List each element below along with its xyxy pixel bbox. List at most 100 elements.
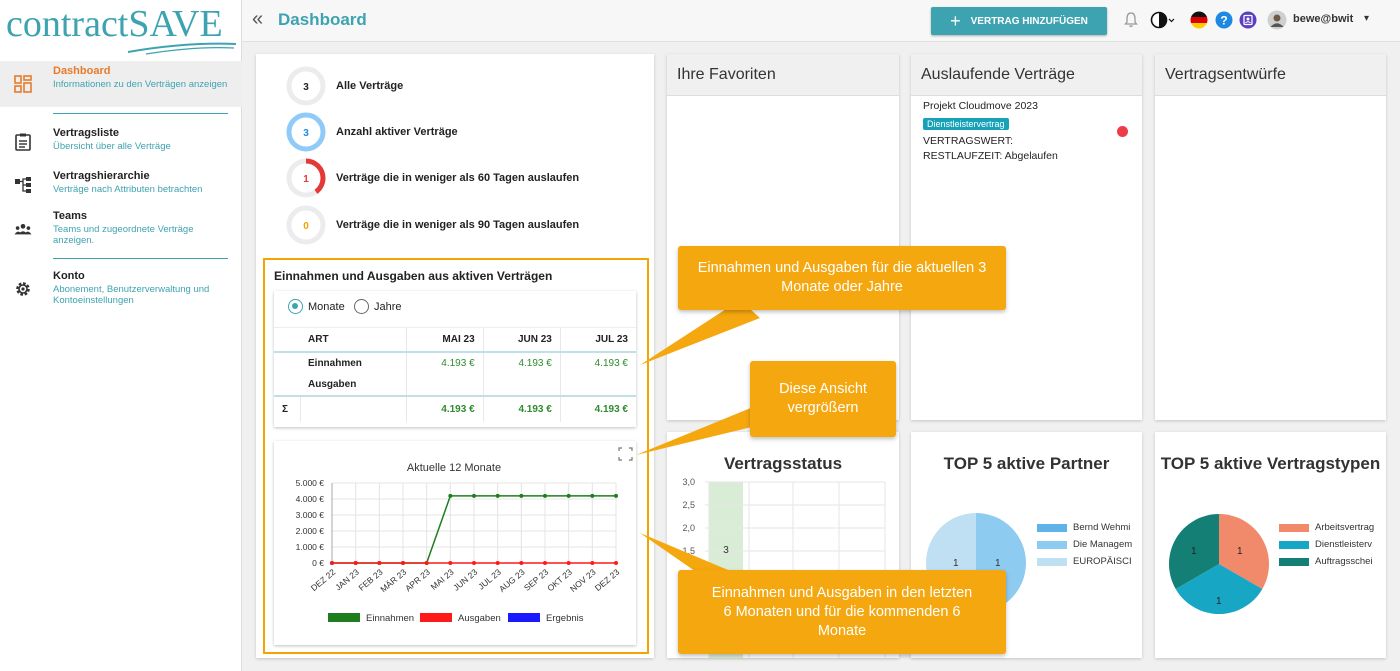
contact-card-icon[interactable] <box>1239 11 1257 29</box>
stat-circle: 1 <box>286 158 326 198</box>
income-table: ART MAI 23 JUN 23 JUL 23 Einnahmen 4.193… <box>274 327 636 422</box>
table-cell: 4.193 € <box>482 351 561 374</box>
legend-item[interactable]: EUROPÄISCI <box>1037 556 1139 567</box>
avatar[interactable] <box>1267 10 1287 30</box>
x-tick-label: MÄR 23 <box>378 567 408 595</box>
column-header[interactable]: ART <box>300 327 407 353</box>
row-label: Einnahmen <box>308 357 362 369</box>
german-flag-icon[interactable] <box>1190 11 1208 29</box>
slice-label: 1 <box>1237 546 1243 557</box>
sidebar-item-teams[interactable]: Teams Teams und zugeordnete Verträge anz… <box>0 206 242 256</box>
x-tick-label: DEZ 22 <box>309 567 338 593</box>
sidebar-item-dashboard[interactable]: Dashboard Informationen zu den Verträgen… <box>0 61 242 107</box>
stat-label: Verträge die in weniger als 60 Tagen aus… <box>336 172 580 184</box>
stat-circle: 3 <box>286 112 326 152</box>
y-tick-label: 0 € <box>312 558 324 568</box>
legend-item[interactable]: Dienstleisterv <box>1279 539 1383 550</box>
table-header-row: ART MAI 23 JUN 23 JUL 23 <box>274 327 636 353</box>
page-title: Dashboard <box>278 10 367 29</box>
income-expenses-section: Einnahmen und Ausgaben aus aktiven Vertr… <box>263 258 649 654</box>
column-header[interactable]: JUL 23 <box>559 327 636 353</box>
legend-item[interactable]: Arbeitsvertrag <box>1279 522 1383 533</box>
column-header[interactable]: JUN 23 <box>482 327 561 353</box>
favorites-header: Ihre Favoriten <box>667 54 899 96</box>
data-point <box>353 561 358 565</box>
expiring-item[interactable]: Projekt Cloudmove 2023 Dienstleistervert… <box>923 100 1058 162</box>
data-point <box>448 493 453 498</box>
y-tick: 3,0 <box>682 477 695 487</box>
table-cell: 4.193 € <box>406 394 484 422</box>
x-tick-label: AUG 23 <box>497 567 527 594</box>
sum-symbol: Σ <box>274 394 300 422</box>
line-chart: Aktuelle 12 Monate 5.000 € 4.000 € 3.000 €… <box>296 447 633 624</box>
logo-part1: contract <box>6 3 129 45</box>
user-name[interactable]: bewe@bwit <box>1293 13 1353 25</box>
y-tick-label: 3.000 € <box>296 510 325 520</box>
sidebar-item-konto[interactable]: Konto Abonement, Benutzerverwaltung und … <box>0 266 242 316</box>
y-tick: 2,0 <box>682 523 695 533</box>
sidebar-item-title: Vertragshierarchie <box>53 170 150 182</box>
table-cell: 4.193 € <box>559 394 636 422</box>
collapse-sidebar-button[interactable]: « <box>252 8 263 31</box>
data-point <box>590 561 595 565</box>
radio-months[interactable]: Monate <box>288 299 345 314</box>
y-tick-label: 2.000 € <box>296 526 325 536</box>
help-icon[interactable]: ? <box>1215 11 1233 29</box>
stat-circle: 0 <box>286 205 326 245</box>
status-dot <box>1117 126 1128 137</box>
gear-icon <box>16 282 30 296</box>
sidebar-item-vertragshierarchie[interactable]: Vertragshierarchie Verträge nach Attribu… <box>0 166 242 204</box>
y-tick-label: 5.000 € <box>296 478 325 488</box>
data-point <box>377 561 382 565</box>
contract-name[interactable]: Projekt Cloudmove 2023 <box>923 100 1058 112</box>
income-title: Einnahmen und Ausgaben aus aktiven Vertr… <box>274 269 553 283</box>
contract-remaining: RESTLAUFZEIT: Abgelaufen <box>923 150 1058 162</box>
income-table-panel: Monate Jahre ART MAI 23 JUN 23 JUL 23 Ei… <box>274 291 636 427</box>
add-contract-button[interactable]: + VERTRAG HINZUFÜGEN <box>931 7 1107 35</box>
x-tick-label: APR 23 <box>403 567 432 594</box>
stat-circle: 3 <box>286 66 326 106</box>
legend-item[interactable]: Auftragsschei <box>1279 556 1383 567</box>
radio-years[interactable]: Jahre <box>354 299 402 314</box>
sidebar-item-vertragsliste[interactable]: Vertragsliste Übersicht über alle Verträ… <box>0 123 242 159</box>
sidebar-item-desc: Verträge nach Attributen betrachten <box>53 184 203 195</box>
expand-icon[interactable] <box>618 447 633 461</box>
sidebar-item-desc: Übersicht über alle Verträge <box>53 141 171 152</box>
data-point <box>495 493 500 498</box>
stat-label: Verträge die in weniger als 90 Tagen aus… <box>336 219 580 231</box>
data-point <box>543 561 547 565</box>
column-header[interactable]: MAI 23 <box>406 327 484 353</box>
data-point <box>566 561 571 565</box>
legend-item[interactable]: Bernd Wehmi <box>1037 522 1139 533</box>
legend-item[interactable]: Die Managem <box>1037 539 1139 550</box>
radio-label: Monate <box>308 300 345 313</box>
logo[interactable]: contractSAVE <box>6 4 238 58</box>
sidebar-item-title: Konto <box>53 270 85 282</box>
data-point <box>543 493 547 498</box>
divider <box>53 258 228 259</box>
theme-toggle-icon[interactable] <box>1150 11 1176 29</box>
bell-icon[interactable] <box>1122 11 1140 29</box>
x-tick-label: JUN 23 <box>451 567 479 593</box>
contract-type-badge: Dienstleistervertrag <box>923 118 1009 130</box>
contract-value: VERTRAGSWERT: <box>923 135 1014 147</box>
expiring-header: Auslaufende Verträge <box>911 54 1142 96</box>
clipboard-icon <box>15 133 31 151</box>
expiring-card: Auslaufende Verträge Projekt Cloudmove 2… <box>911 54 1142 420</box>
sidebar-item-desc: Informationen zu den Verträgen anzeigen <box>53 79 228 90</box>
data-point <box>424 561 429 565</box>
data-point <box>519 493 524 498</box>
x-tick-label: NOV 23 <box>568 567 598 594</box>
slice-label: 1 <box>995 558 1001 569</box>
x-tick-label: JAN 23 <box>333 567 361 593</box>
add-contract-label: VERTRAG HINZUFÜGEN <box>970 15 1088 27</box>
y-tick: 2,5 <box>682 500 695 510</box>
callout-chart: Einnahmen und Ausgaben in den letzten 6 … <box>678 570 1006 654</box>
types-pie: 1 1 1 <box>1169 514 1269 614</box>
plus-icon: + <box>950 10 961 31</box>
row-label: Ausgaben <box>308 378 357 390</box>
chevron-down-icon[interactable]: ▾ <box>1364 13 1369 24</box>
slice-label: 1 <box>1191 546 1197 557</box>
radio-selected-icon <box>288 299 303 314</box>
divider <box>53 113 228 114</box>
